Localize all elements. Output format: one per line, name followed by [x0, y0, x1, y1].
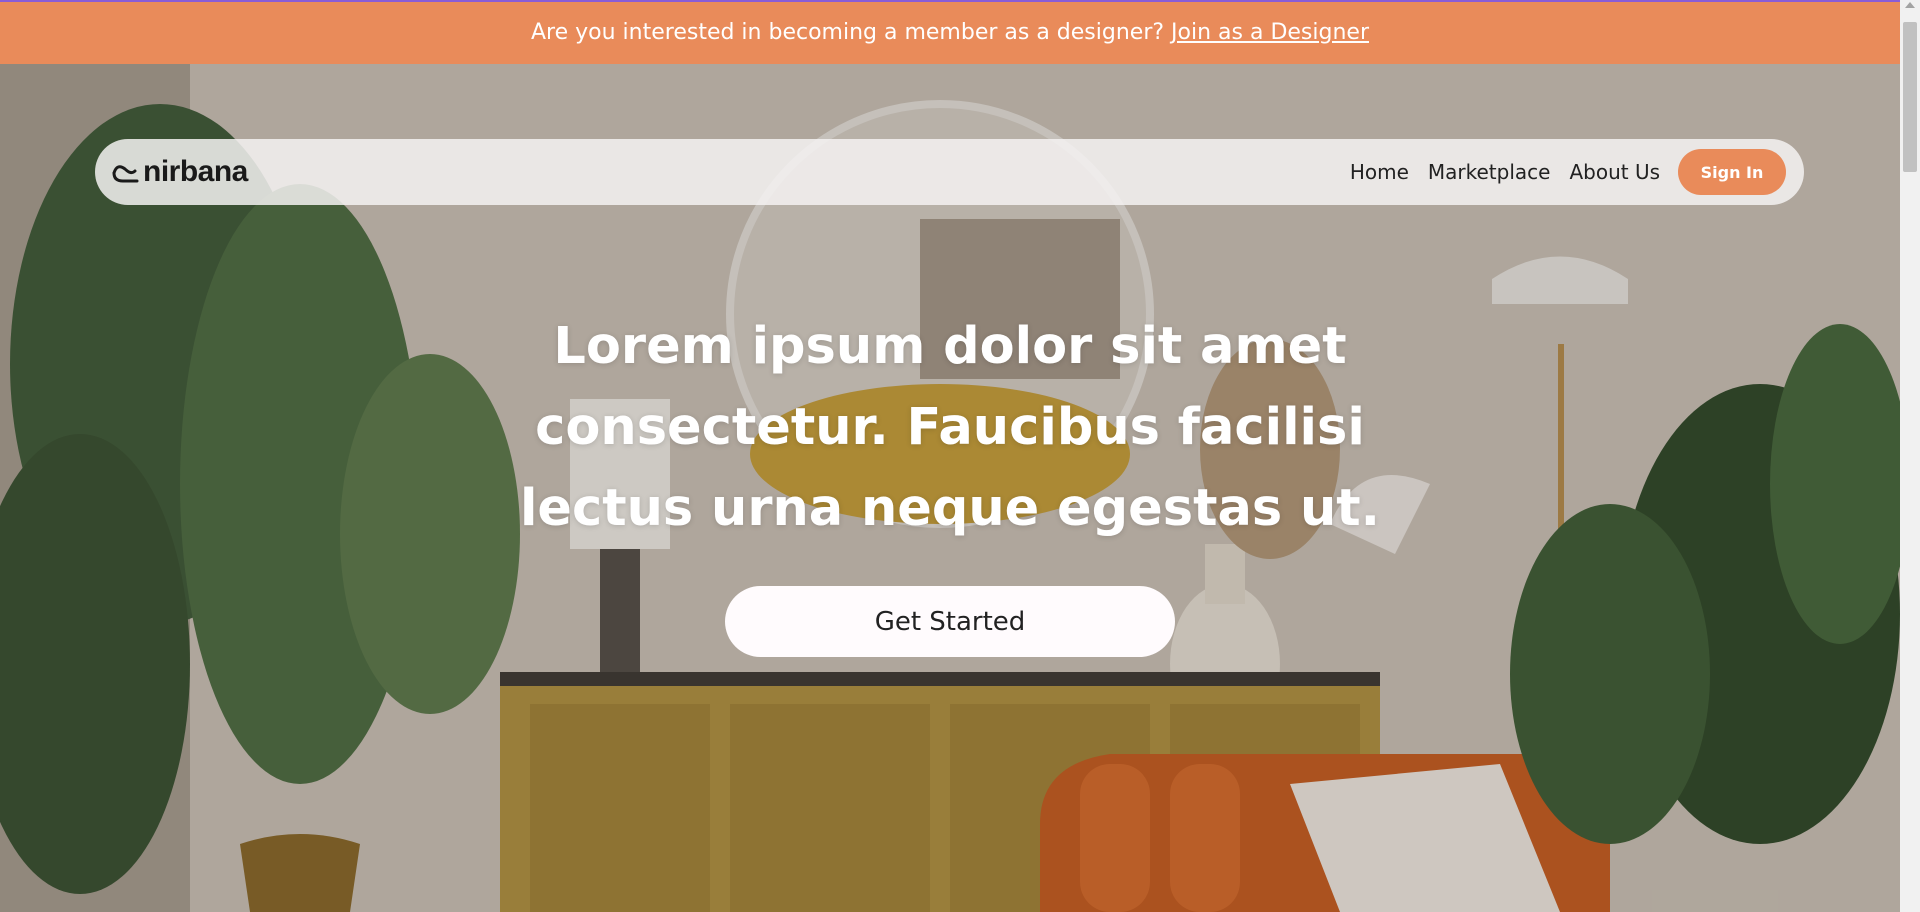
nav-links: Home Marketplace About Us Sign In — [1350, 149, 1786, 195]
logo-text: nirbana — [143, 155, 248, 188]
sign-in-button[interactable]: Sign In — [1678, 149, 1786, 195]
top-accent-line — [0, 0, 1920, 2]
logo[interactable]: nirbana — [111, 155, 248, 189]
nirbana-logo-icon — [112, 165, 139, 183]
nav-link-about-us[interactable]: About Us — [1569, 160, 1660, 184]
scroll-thumb[interactable] — [1903, 22, 1917, 172]
join-designer-link[interactable]: Join as a Designer — [1171, 20, 1369, 45]
page-scrollbar[interactable] — [1900, 0, 1920, 912]
main-navbar: nirbana Home Marketplace About Us Sign I… — [95, 139, 1804, 205]
nav-link-marketplace[interactable]: Marketplace — [1428, 160, 1551, 184]
get-started-button[interactable]: Get Started — [725, 586, 1175, 657]
hero-headline: Lorem ipsum dolor sit amet consectetur. … — [519, 317, 1381, 538]
nav-link-home[interactable]: Home — [1350, 160, 1409, 184]
announcement-bar: Are you interested in becoming a member … — [0, 0, 1900, 64]
scroll-up-arrow-icon[interactable] — [1905, 2, 1915, 8]
announcement-text: Are you interested in becoming a member … — [530, 19, 1165, 45]
